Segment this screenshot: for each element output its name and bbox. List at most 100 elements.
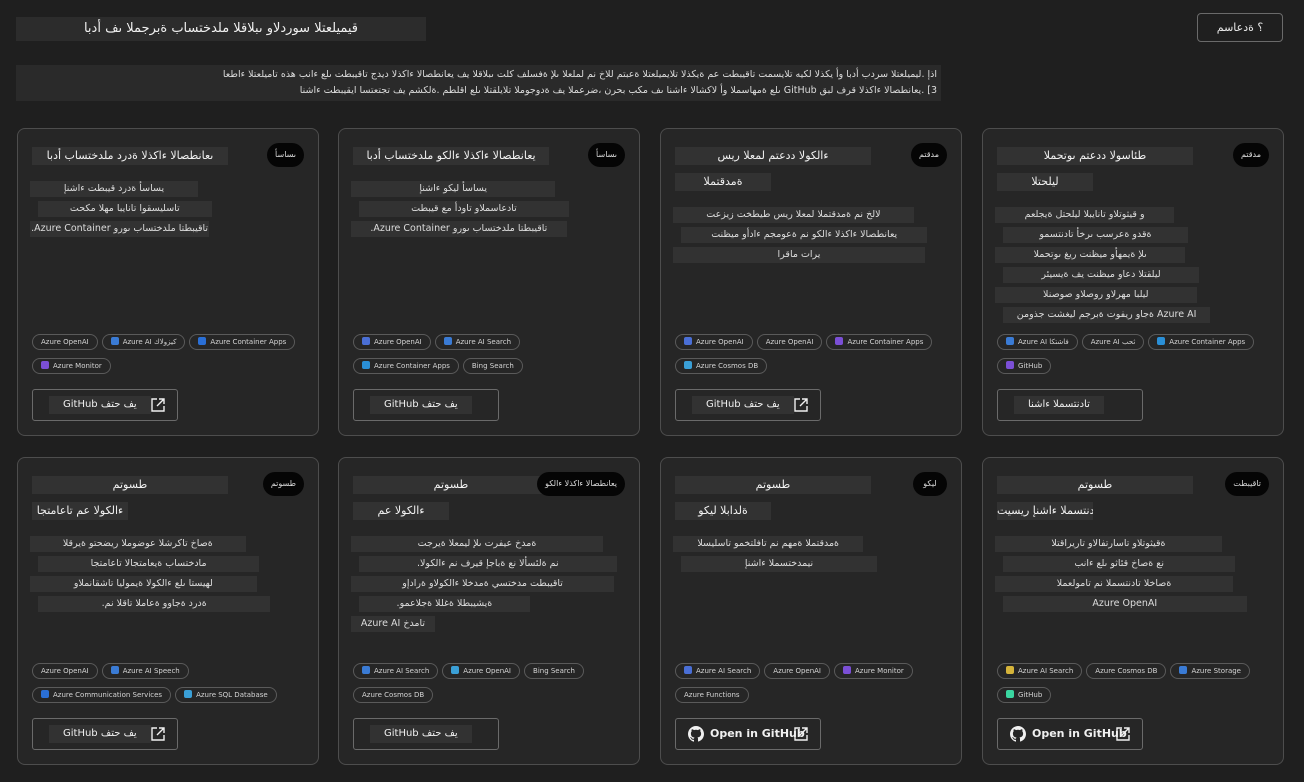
card-description: ةمدقتملا ةمهم نم تافلتخمو تاسليسلا نيمدخت… bbox=[673, 536, 953, 576]
tag-label: Azure AI Search bbox=[455, 338, 512, 346]
description-extra: Azure AI تامدخ bbox=[351, 616, 435, 632]
description-line: ليلقتلا دعاو ميظنت يف ةيسيئر bbox=[1003, 267, 1199, 283]
service-icon bbox=[41, 690, 49, 698]
service-icon bbox=[1006, 666, 1014, 674]
tech-tag: Azure Functions bbox=[675, 687, 749, 703]
template-card: ىعانطصالا ءاكذلا ةدرد ملدختساب أدبا ىساسأ… bbox=[17, 128, 319, 436]
tech-tag: Azure Cosmos DB bbox=[675, 358, 768, 374]
open-in-github-button[interactable]: GitHub يف حتف bbox=[32, 718, 178, 750]
tech-tag: Azure AI Search bbox=[353, 663, 439, 679]
difficulty-badge: مدقتم bbox=[910, 143, 947, 167]
open-in-github-button[interactable]: GitHub يف حتف bbox=[675, 389, 821, 421]
tech-tag: Azure Cosmos DB bbox=[353, 687, 434, 703]
tech-tag: Azure OpenAI bbox=[764, 663, 831, 679]
tech-tag: Azure OpenAI bbox=[756, 334, 823, 350]
service-icon bbox=[110, 666, 119, 674]
tag-label: Azure Functions bbox=[684, 691, 740, 699]
difficulty-badge: طسوتم bbox=[262, 472, 304, 496]
tech-tag: Azure AI فاشتكا bbox=[997, 334, 1078, 350]
tech-tags: Azure OpenAI Azure AI كيزولاك Azure Contai… bbox=[32, 334, 308, 382]
description-line: ةيشيبطلا ةغللا ةجلاعمو. bbox=[359, 596, 530, 612]
service-icon bbox=[110, 337, 119, 345]
service-icon bbox=[198, 337, 207, 345]
service-icon bbox=[184, 690, 193, 698]
difficulty-badge: ىساسأ bbox=[588, 143, 625, 167]
service-icon bbox=[41, 361, 49, 369]
difficulty-badge: ىساسأ bbox=[267, 143, 304, 167]
button-label: GitHub يف حتف bbox=[692, 396, 794, 414]
help-button[interactable]: ؟ ةدعاسم bbox=[1197, 13, 1283, 42]
description-line: ليلبا مهرلاو روصلاو صوصنلا bbox=[995, 287, 1197, 303]
tag-label: Azure Communication Services bbox=[53, 691, 163, 699]
description-line: نيمدختسملا ءاشنإ bbox=[681, 556, 877, 572]
tech-tags: Azure AI Search Azure OpenAI Bing Search Az… bbox=[353, 663, 629, 711]
description-line: لهيستا ىلع ءالكولا ةيموليا تاشقانملاو bbox=[30, 576, 257, 592]
difficulty-badge: تاقيبطت bbox=[1225, 472, 1269, 496]
external-link-icon bbox=[151, 398, 165, 412]
tech-tag: Bing Search bbox=[462, 358, 523, 374]
tag-label: Azure AI كيزولاك bbox=[122, 338, 177, 346]
description-line: ةمدخ عيفرت ىلإ ليمعلا ةيرجت bbox=[351, 536, 603, 552]
description-line: لالخ نم ةمدقتملا لمعلا ريس طيطخت زيزعت bbox=[673, 207, 914, 223]
intro-line-1: اذإ .ليميلعتلا سردب أدبا وأ يكذلا لكيه ت… bbox=[222, 69, 937, 80]
tech-tag: Azure OpenAI bbox=[32, 663, 98, 679]
tag-label: Azure AI Speech bbox=[122, 667, 180, 675]
tech-tags: Azure OpenAI Azure OpenAI Azure Container … bbox=[675, 334, 951, 382]
external-link-icon bbox=[1116, 727, 1130, 741]
external-link-icon bbox=[151, 727, 165, 741]
card-title: طسوتم bbox=[675, 476, 871, 494]
open-in-github-button[interactable]: Open in GitHub bbox=[997, 718, 1143, 750]
open-in-github-button[interactable]: GitHub يف حتف bbox=[353, 389, 499, 421]
difficulty-badge: مدقتم bbox=[1232, 143, 1269, 167]
open-in-github-button[interactable]: تادنتسملا ءاشنا bbox=[997, 389, 1143, 421]
tag-label: Bing Search bbox=[471, 362, 514, 370]
description-line: تاسليسقوا تانايبا مهلا مكحت bbox=[38, 201, 212, 217]
open-in-github-button[interactable]: GitHub يف حتف bbox=[353, 718, 499, 750]
open-in-github-button[interactable]: Open in GitHub bbox=[675, 718, 821, 750]
tech-tag: Azure Monitor bbox=[834, 663, 913, 679]
button-label: تادنتسملا ءاشنا bbox=[1014, 396, 1104, 414]
description-line: Azure OpenAI bbox=[1003, 596, 1247, 612]
service-icon bbox=[362, 666, 370, 674]
card-description: و قيثوتلاو تانايبلا ليلحتل ةيجلعم ةقدو ةع… bbox=[995, 207, 1275, 327]
description-line: نم ةلئسألا نع ةباجإ قيرف نم ءالكولا. bbox=[359, 556, 617, 572]
template-card: طسوتم ةلدابلا ليكو ليكو ةمدقتملا ةمهم نم تا… bbox=[660, 457, 962, 765]
tag-label: Bing Search bbox=[533, 667, 575, 675]
description-line: ةصاخلا تادنتسملا نم تامولعملا bbox=[995, 576, 1233, 592]
tech-tag: Azure SQL Database bbox=[175, 687, 277, 703]
description-line: تادعاسملاو تاودأ مع قيبطت bbox=[359, 201, 569, 217]
card-subtitle: ءالكولا عم تاعامتجا bbox=[32, 502, 128, 520]
tech-tag: Azure AI ثحب bbox=[1081, 334, 1145, 350]
tag-label: Azure AI ثحب bbox=[1090, 338, 1136, 346]
card-subtitle: ةلدابلا ليكو bbox=[675, 502, 771, 520]
button-label: GitHub يف حتف bbox=[49, 396, 151, 414]
intro-text: اذإ .ليميلعتلا سردب أدبا وأ يكذلا لكيه ت… bbox=[16, 65, 941, 101]
template-card: طئاسولا ددعتم ىوتحملا ليلحتلا مدقتم و قيثوت… bbox=[982, 128, 1284, 436]
tech-tag: Azure AI Speech bbox=[101, 663, 189, 679]
tag-label: Azure OpenAI bbox=[765, 338, 814, 346]
tech-tag: GitHub bbox=[997, 358, 1052, 374]
description-line: ىلإ ةيمهأو ميظنت ريغ ىوتحملا bbox=[995, 247, 1186, 263]
tag-label: GitHub bbox=[1018, 362, 1043, 370]
description-line: ةدرد ةجاوو ةعاملا تاقلا نم. bbox=[38, 596, 271, 612]
tech-tag: Azure OpenAI bbox=[675, 334, 753, 350]
open-in-github-button[interactable]: GitHub يف حتف bbox=[32, 389, 178, 421]
description-line: ةمدقتملا ةمهم نم تافلتخمو تاسليسلا bbox=[673, 536, 864, 552]
tech-tag: Azure Monitor bbox=[32, 358, 111, 374]
button-label: GitHub يف حتف bbox=[370, 396, 472, 414]
intro-line-2: 3] .يعانطصالا ءاكذلا قرف لبق GitHub ىلع … bbox=[299, 85, 937, 96]
tag-label: Azure Container Apps bbox=[847, 338, 924, 346]
description-line: نع ةصاخ قئاثو ىلع ءانب bbox=[1003, 556, 1236, 572]
description-line: يرات ماقرا bbox=[673, 247, 925, 263]
service-icon bbox=[451, 666, 460, 674]
card-subtitle: ةمدقتملا bbox=[675, 173, 771, 191]
description-line: تاقيبطتا ملدختساب ىورو Azure Container. bbox=[30, 221, 210, 237]
tag-label: Azure Storage bbox=[1191, 667, 1241, 675]
service-icon bbox=[1157, 337, 1166, 345]
page-title: قيميلعتلا سوردلاو ىبلاقلا ملدختساب ةبرجم… bbox=[16, 17, 426, 41]
card-title: طسوتم bbox=[997, 476, 1193, 494]
description-line: يعانطصالا ءاكذلا ءالكو نم ةعومجم ءادأو م… bbox=[681, 227, 928, 243]
service-icon bbox=[684, 666, 692, 674]
service-icon bbox=[843, 666, 852, 674]
button-label: Open in GitHub bbox=[710, 727, 805, 740]
